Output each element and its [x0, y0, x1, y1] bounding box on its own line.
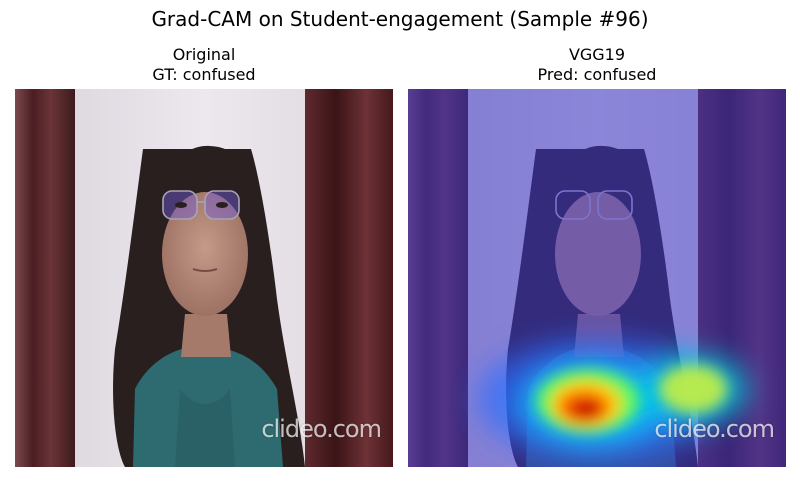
panel-gradcam-title: VGG19 Pred: confused	[408, 45, 786, 89]
panel-original: Original GT: confused clideo.com	[15, 45, 393, 467]
panel-gradcam-pred-label: Pred: confused	[537, 65, 657, 84]
panel-original-title: Original GT: confused	[15, 45, 393, 89]
panel-gradcam-model-label: VGG19	[568, 45, 626, 64]
watermark-text: clideo.com	[261, 415, 382, 443]
original-image: clideo.com	[15, 89, 393, 467]
panel-original-model-label: Original	[172, 45, 236, 64]
gradcam-overlay-image: clideo.com	[408, 89, 786, 467]
figure-title: Grad-CAM on Student-engagement (Sample #…	[151, 7, 649, 31]
panel-gradcam: VGG19 Pred: confused clideo.com	[408, 45, 786, 467]
watermark-text: clideo.com	[654, 415, 775, 443]
panel-original-gt-label: GT: confused	[152, 65, 256, 84]
